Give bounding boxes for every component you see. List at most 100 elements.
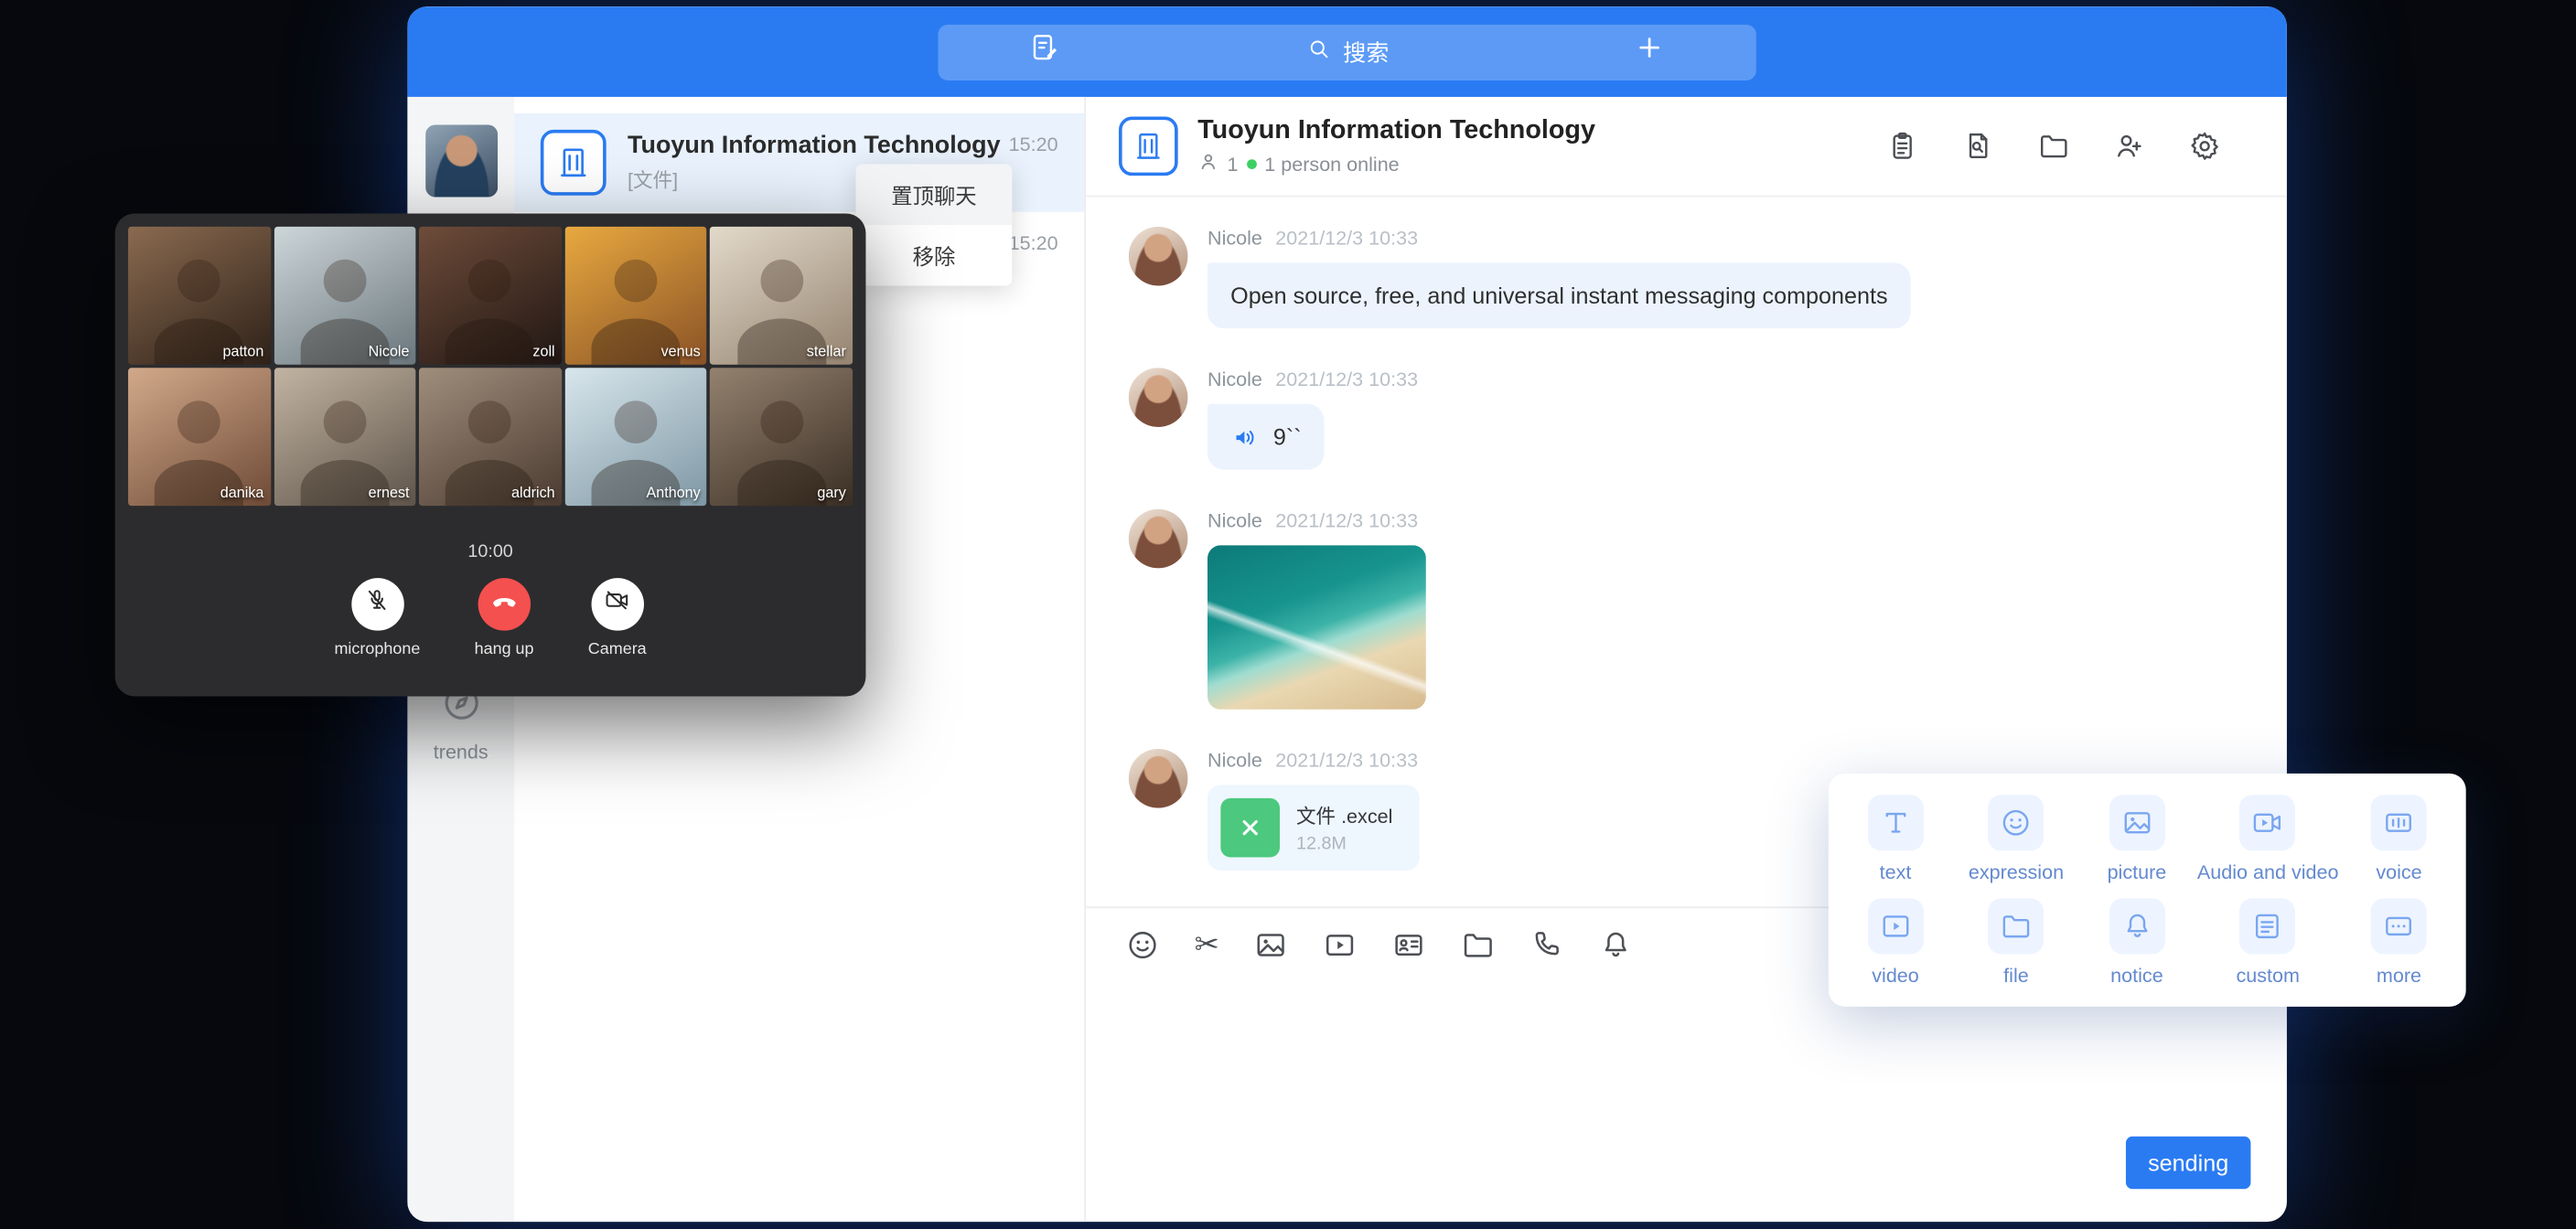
file-size: 12.8M [1296,835,1392,855]
group-building-icon [541,130,606,196]
online-dot [1247,158,1257,168]
camera-mute-button[interactable] [591,578,643,630]
settings-gear-icon[interactable] [2188,130,2221,163]
beach-photo-thumbnail[interactable] [1208,546,1426,711]
sender-name: Nicole [1208,509,1262,532]
participant-tile: Anthony [564,368,707,506]
participant-name: danika [220,485,264,501]
audio-video-icon [2240,794,2296,850]
camera-control: Camera [588,578,647,658]
conversation-time: 15:20 [1009,231,1058,254]
contact-card-icon[interactable] [1391,927,1426,962]
feature-text[interactable]: text [1835,786,1956,890]
participant-tile: Nicole [274,227,416,365]
screenshot-scissors-icon[interactable]: ✂ [1195,929,1219,958]
feature-audio-video[interactable]: Audio and video [2197,786,2339,890]
sender-avatar[interactable] [1129,227,1188,286]
camera-label: Camera [588,640,647,658]
call-controls: microphone hang up [128,578,853,658]
message-input-area[interactable] [1086,980,2287,1222]
search-label: 搜索 [1343,36,1389,69]
participant-tile: danika [128,368,271,506]
speaker-icon [1230,423,1259,452]
call-timer: 10:00 [128,542,853,562]
mic-mute-button[interactable] [351,578,403,630]
participant-name: aldrich [511,485,555,501]
excel-file-icon [1220,798,1280,858]
participant-tile: patton [128,227,271,365]
menu-item-remove[interactable]: 移除 [856,225,1013,285]
search-bar[interactable]: 搜索 [1152,36,1542,69]
emoji-icon[interactable] [1125,927,1160,962]
topbar-toolbar: 搜索 [938,24,1755,80]
trends-label: trends [434,741,488,764]
video-icon[interactable] [1323,927,1358,962]
notice-bell-icon [2109,897,2164,953]
sender-name: Nicole [1208,750,1262,773]
sender-avatar[interactable] [1129,369,1188,428]
feature-picture[interactable]: picture [2077,786,2197,890]
participant-tile: zoll [419,227,562,365]
hangup-control: hang up [475,578,534,658]
message-time: 2021/12/3 10:33 [1275,227,1418,250]
add-member-icon[interactable] [2113,130,2146,163]
conversation-title: Tuoyun Information Technology [628,132,1009,160]
current-user-avatar[interactable] [424,124,497,197]
participant-tile: aldrich [419,368,562,506]
compose-note-button[interactable] [938,31,1151,72]
more-dots-icon [2371,897,2427,953]
file-name: 文件 .excel [1296,802,1392,830]
topbar: 搜索 [407,6,2287,97]
file-attachment-card[interactable]: 文件 .excel 12.8M [1208,785,1419,871]
message-time: 2021/12/3 10:33 [1275,369,1418,391]
message-bubble: Open source, free, and universal instant… [1208,262,1911,328]
folder-icon[interactable] [2037,130,2070,163]
compose-note-icon [1028,31,1061,72]
member-count-icon [1197,150,1218,176]
file-folder-icon [1988,897,2044,953]
voice-message-bubble[interactable]: 9`` [1208,404,1325,470]
send-button[interactable]: sending [2126,1137,2250,1189]
text-icon [1867,794,1923,850]
feature-voice[interactable]: voice [2339,786,2460,890]
stage: 搜索 [0,0,2576,1229]
mic-label: microphone [334,640,420,658]
menu-item-pin-chat[interactable]: 置顶聊天 [856,165,1013,225]
feature-notice[interactable]: notice [2077,890,2197,993]
sender-avatar[interactable] [1129,509,1188,569]
feature-custom[interactable]: custom [2197,890,2339,993]
participant-tile: stellar [711,227,853,365]
folder-icon[interactable] [1461,927,1496,962]
participant-name: Anthony [646,485,700,501]
chat-header: Tuoyun Information Technology 1 1 person… [1086,97,2287,198]
bell-icon[interactable] [1599,927,1634,962]
conversation-context-menu: 置顶聊天 移除 [856,165,1013,286]
feature-expression[interactable]: expression [1956,786,2077,890]
participant-name: gary [817,485,845,501]
voice-icon [2371,794,2427,850]
voice-duration: 9`` [1273,422,1302,453]
feature-file[interactable]: file [1956,890,2077,993]
mic-muted-icon [363,586,392,623]
participant-name: patton [222,343,263,359]
desktop: 搜索 [0,0,2576,1229]
sender-avatar[interactable] [1129,750,1188,809]
feature-panel: text expression picture [1829,774,2466,1007]
participant-tile: gary [711,368,853,506]
hang-up-button[interactable] [478,578,530,630]
participant-grid: patton Nicole zoll venus stellar danika … [128,227,853,506]
group-building-icon [1119,117,1178,176]
search-file-icon[interactable] [1961,130,1994,163]
group-notice-icon[interactable] [1886,130,1919,163]
feature-video[interactable]: video [1835,890,1956,993]
chat-panel: Tuoyun Information Technology 1 1 person… [1086,97,2287,1222]
plus-icon [1635,33,1664,70]
image-icon[interactable] [1253,927,1288,962]
phone-call-icon[interactable] [1530,927,1564,962]
feature-more[interactable]: more [2339,890,2460,993]
message-voice: Nicole 2021/12/3 10:33 9 [1129,369,2244,471]
conversation-time: 15:20 [1009,133,1058,155]
sender-name: Nicole [1208,227,1262,250]
microphone-control: microphone [334,578,420,658]
add-button[interactable] [1542,33,1755,70]
